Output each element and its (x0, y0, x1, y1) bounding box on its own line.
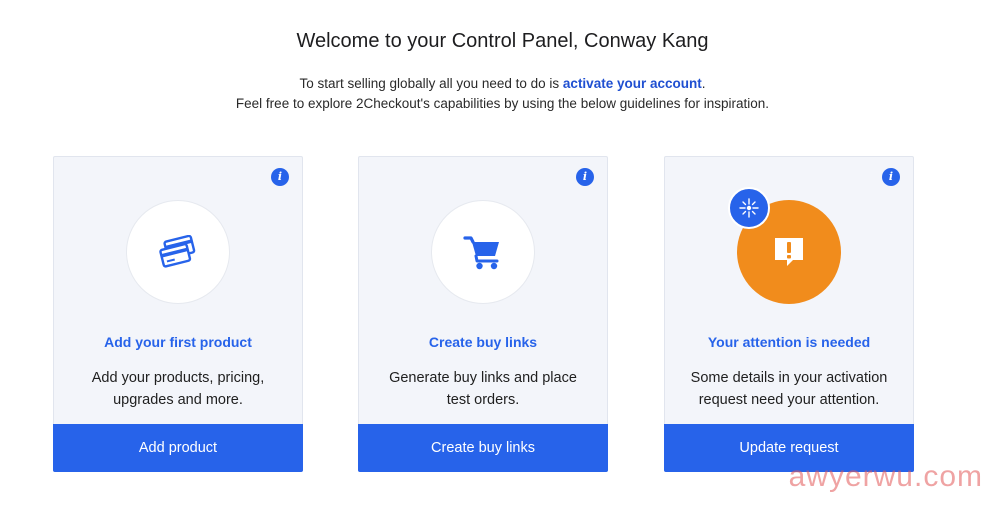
control-panel-page: Welcome to your Control Panel, Conway Ka… (0, 0, 1005, 508)
info-icon[interactable]: i (882, 168, 900, 186)
activate-account-link[interactable]: activate your account (563, 76, 702, 91)
intro-text: To start selling globally all you need t… (0, 74, 1005, 114)
card-title: Your attention is needed (707, 334, 871, 350)
update-request-button[interactable]: Update request (664, 424, 914, 472)
card-icon-circle (126, 200, 230, 304)
sparkle-badge (728, 187, 770, 229)
page-title: Welcome to your Control Panel, Conway Ka… (296, 30, 709, 52)
info-icon[interactable]: i (576, 168, 594, 186)
alert-message-icon (775, 238, 803, 266)
card-add-product: i Add your first product Add your produc… (53, 156, 303, 472)
card-icon-circle (431, 200, 535, 304)
create-buy-links-button[interactable]: Create buy links (358, 424, 608, 472)
intro-line-1: To start selling globally all you need t… (0, 74, 1005, 94)
intro-suffix: . (701, 76, 706, 91)
info-icon[interactable]: i (271, 168, 289, 186)
card-attention-needed: i Your attention is needed Some details … (664, 156, 914, 472)
card-title: Add your first product (104, 334, 252, 350)
card-description: Generate buy links and place test orders… (389, 370, 577, 408)
add-product-button[interactable]: Add product (53, 424, 303, 472)
card-description: Add your products, pricing, upgrades and… (91, 370, 265, 408)
intro-prefix: To start selling globally all you need t… (299, 76, 563, 91)
credit-cards-icon (159, 235, 196, 268)
intro-line-2: Feel free to explore 2Checkout's capabil… (235, 96, 770, 111)
sparkle-icon (739, 198, 759, 218)
card-create-buy-links: i Create buy links Generate buy links an… (358, 156, 608, 472)
shopping-cart-icon (463, 236, 499, 270)
card-title: Create buy links (428, 334, 538, 350)
card-description: Some details in your activation request … (690, 370, 888, 408)
